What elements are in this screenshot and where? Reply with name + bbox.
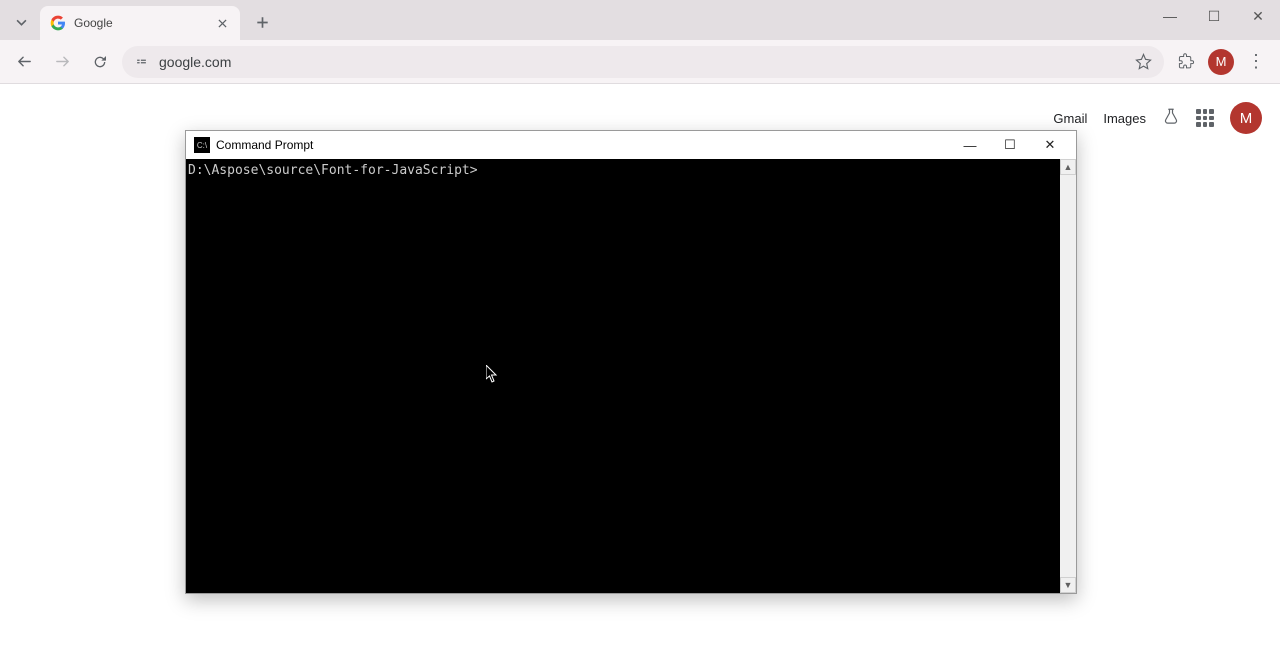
google-header-links: Gmail Images M: [1053, 102, 1262, 134]
cmd-title: Command Prompt: [216, 138, 944, 152]
arrow-right-icon: [54, 53, 71, 70]
plus-icon: [256, 16, 269, 29]
maximize-icon: ☐: [1004, 137, 1016, 153]
maximize-icon: ☐: [1208, 8, 1221, 25]
kebab-icon: ⋮: [1247, 51, 1265, 72]
minimize-icon: —: [1163, 8, 1177, 24]
reload-icon: [92, 54, 108, 70]
star-icon[interactable]: [1135, 53, 1152, 70]
toolbar-actions: M ⋮: [1170, 46, 1272, 78]
close-icon: ✕: [1252, 8, 1264, 25]
avatar-letter: M: [1240, 110, 1253, 127]
cmd-icon: C:\: [194, 137, 210, 153]
google-account-button[interactable]: M: [1230, 102, 1262, 134]
chevron-down-icon: [16, 17, 27, 28]
close-icon: [218, 19, 227, 28]
apps-grid-icon: [1196, 109, 1214, 127]
address-bar: google.com M ⋮: [0, 40, 1280, 84]
forward-button[interactable]: [46, 46, 78, 78]
scroll-up-button[interactable]: ▲: [1060, 159, 1076, 175]
browser-close-button[interactable]: ✕: [1236, 0, 1280, 32]
google-favicon-icon: [50, 15, 66, 31]
browser-tab[interactable]: Google: [40, 6, 240, 40]
close-icon: ✕: [1045, 137, 1056, 153]
cmd-close-button[interactable]: ✕: [1030, 132, 1070, 158]
new-tab-button[interactable]: [248, 8, 276, 36]
chrome-menu-button[interactable]: ⋮: [1240, 46, 1272, 78]
scroll-track[interactable]: [1060, 175, 1076, 577]
cmd-terminal[interactable]: D:\Aspose\source\Font-for-JavaScript> ▲ …: [186, 159, 1076, 593]
command-prompt-window: C:\ Command Prompt — ☐ ✕ D:\Aspose\sourc…: [185, 130, 1077, 594]
tab-search-button[interactable]: [8, 8, 34, 36]
extensions-button[interactable]: [1170, 46, 1202, 78]
site-info-icon: [134, 54, 149, 69]
tab-title: Google: [74, 16, 206, 30]
google-apps-button[interactable]: [1196, 109, 1214, 127]
avatar-letter: M: [1216, 54, 1227, 69]
cmd-window-controls: — ☐ ✕: [950, 132, 1070, 158]
scroll-down-button[interactable]: ▼: [1060, 577, 1076, 593]
minimize-icon: —: [964, 138, 977, 153]
arrow-left-icon: [16, 53, 33, 70]
cmd-minimize-button[interactable]: —: [950, 132, 990, 158]
caret-up-icon: ▲: [1064, 162, 1073, 172]
cmd-maximize-button[interactable]: ☐: [990, 132, 1030, 158]
caret-down-icon: ▼: [1064, 580, 1073, 590]
reload-button[interactable]: [84, 46, 116, 78]
labs-button[interactable]: [1162, 107, 1180, 130]
tab-close-button[interactable]: [214, 15, 230, 31]
back-button[interactable]: [8, 46, 40, 78]
omnibox[interactable]: google.com: [122, 46, 1164, 78]
url-text: google.com: [159, 54, 1125, 70]
cmd-titlebar[interactable]: C:\ Command Prompt — ☐ ✕: [186, 131, 1076, 159]
browser-maximize-button[interactable]: ☐: [1192, 0, 1236, 32]
puzzle-icon: [1178, 53, 1195, 70]
profile-button[interactable]: M: [1208, 49, 1234, 75]
cmd-prompt-text: D:\Aspose\source\Font-for-JavaScript>: [186, 159, 480, 593]
browser-minimize-button[interactable]: —: [1148, 0, 1192, 32]
cmd-scrollbar[interactable]: ▲ ▼: [1060, 159, 1076, 593]
browser-window-controls: — ☐ ✕: [1148, 0, 1280, 32]
gmail-link[interactable]: Gmail: [1053, 111, 1087, 126]
images-link[interactable]: Images: [1103, 111, 1146, 126]
flask-icon: [1162, 107, 1180, 125]
tab-bar: Google — ☐ ✕: [0, 0, 1280, 40]
